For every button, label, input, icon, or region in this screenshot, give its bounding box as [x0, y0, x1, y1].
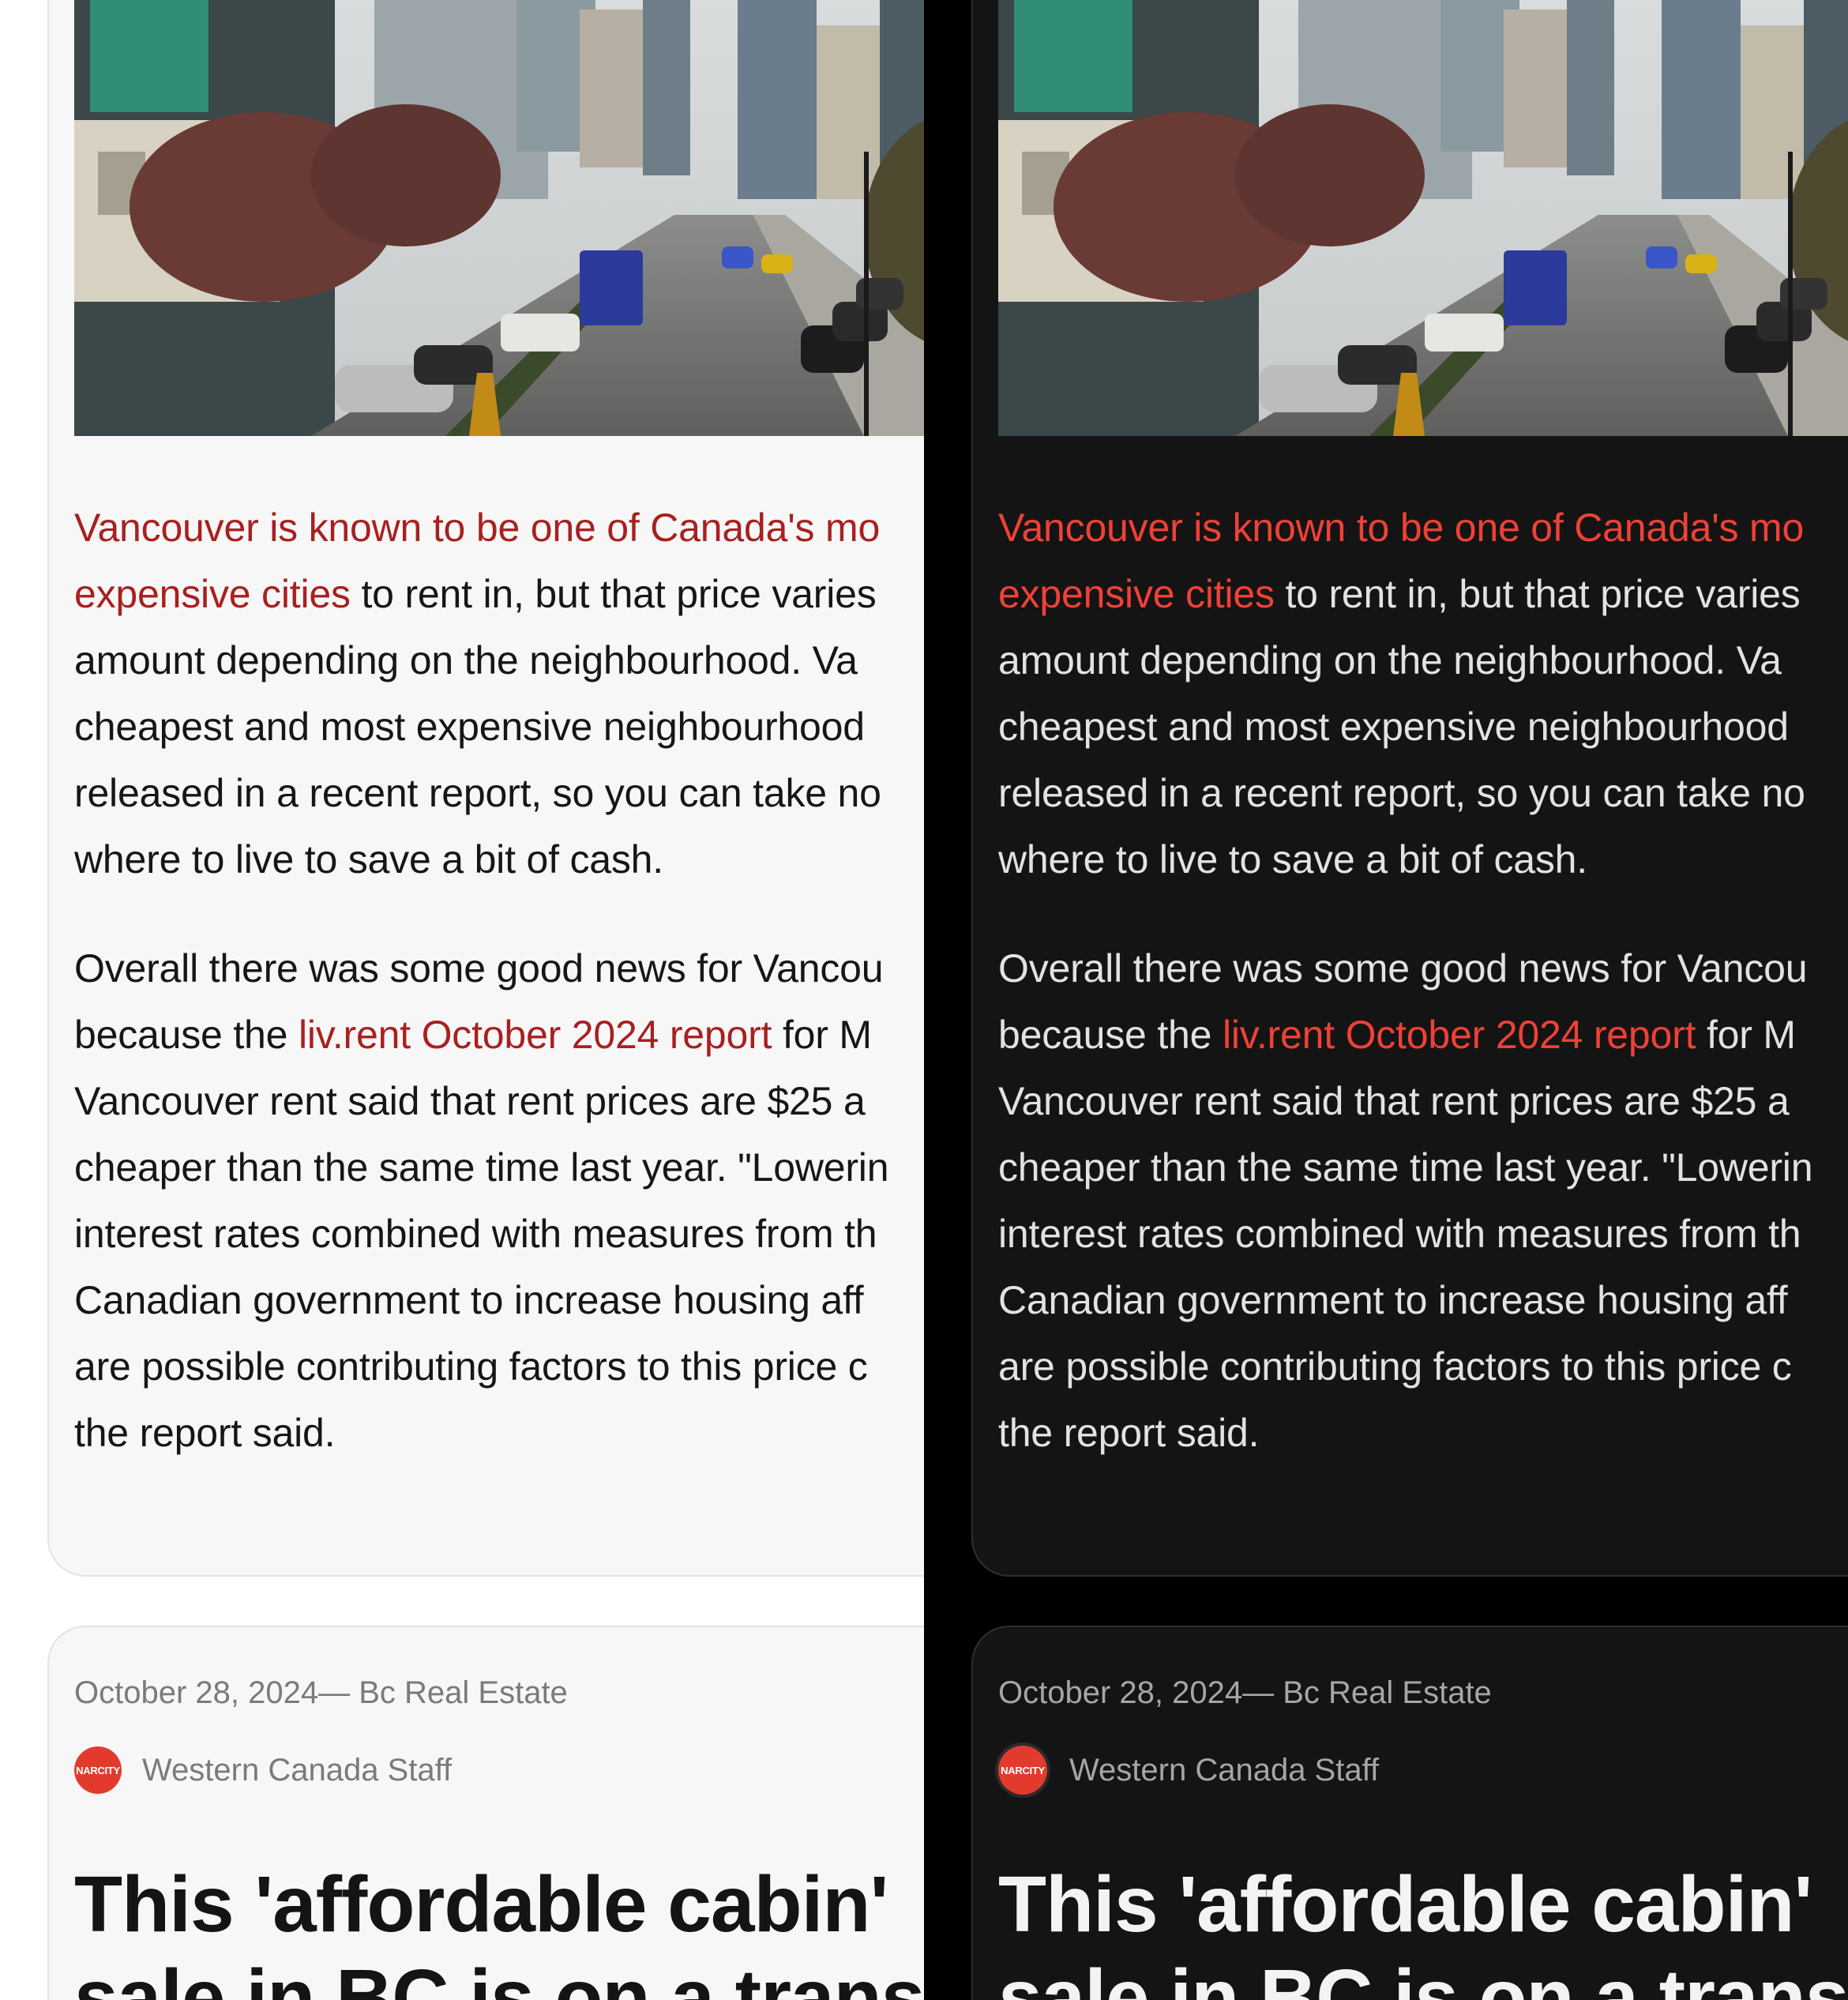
publish-date: October 28, 2024: [998, 1675, 1243, 1710]
expensive-cities-link-cont[interactable]: expensive cities: [998, 572, 1275, 616]
category-link[interactable]: Bc Real Estate: [1283, 1675, 1492, 1710]
expensive-cities-link[interactable]: Vancouver is known to be one of Canada's…: [998, 494, 1848, 561]
body-text: cheaper than the same time last year. "L…: [74, 1145, 889, 1190]
next-article-card[interactable]: October 28, 2024— Bc Real Estate NARCITY…: [47, 1626, 924, 2000]
body-text: interest rates combined with measures fr…: [74, 1212, 877, 1256]
body-text: amount depending on the neighbourhood. V…: [74, 638, 858, 682]
body-text: the report said.: [998, 1411, 1260, 1455]
body-text: because the: [998, 1013, 1223, 1057]
article-card: Vancouver is known to be one of Canada's…: [971, 0, 1848, 1577]
light-theme-panel: Vancouver is known to be one of Canada's…: [0, 0, 924, 2000]
article-photo: [998, 0, 1848, 436]
article-photo: [74, 0, 924, 436]
body-text: amount depending on the neighbourhood. V…: [998, 638, 1782, 682]
body-text: for M: [772, 1013, 872, 1057]
category-link[interactable]: Bc Real Estate: [359, 1675, 568, 1710]
body-text: because the: [74, 1013, 299, 1057]
avatar: NARCITY: [74, 1746, 122, 1794]
author-row[interactable]: NARCITY Western Canada Staff: [998, 1742, 1379, 1798]
author-name[interactable]: Western Canada Staff: [142, 1753, 452, 1788]
paragraph: Overall there was some good news for Van…: [998, 935, 1848, 1466]
article-headline[interactable]: This 'affordable cabin' sale in BC is on…: [74, 1858, 924, 2000]
avatar-logo-text: NARCITY: [1001, 1764, 1045, 1776]
dark-theme-panel: Vancouver is known to be one of Canada's…: [924, 0, 1848, 2000]
article-headline[interactable]: This 'affordable cabin' sale in BC is on…: [998, 1858, 1848, 2000]
headline-line: This 'affordable cabin': [998, 1860, 1812, 1949]
headline-line: This 'affordable cabin': [74, 1860, 888, 1949]
body-text: Vancouver rent said that rent prices are…: [74, 1079, 866, 1123]
body-text: where to live to save a bit of cash.: [74, 837, 663, 882]
next-article-card[interactable]: October 28, 2024— Bc Real Estate NARCITY…: [971, 1626, 1848, 2000]
link-text: Vancouver is known to be one of Canada's…: [74, 506, 881, 550]
article-body: Vancouver is known to be one of Canada's…: [74, 494, 924, 1509]
body-text: are possible contributing factors to thi…: [74, 1344, 868, 1389]
paragraph: Vancouver is known to be one of Canada's…: [74, 494, 924, 893]
article-meta: October 28, 2024— Bc Real Estate: [998, 1673, 1492, 1712]
body-text: to rent in, but that price varies: [350, 572, 877, 616]
meta-separator: —: [1242, 1675, 1275, 1710]
body-text: Overall there was some good news for Van…: [74, 946, 884, 991]
avatar: NARCITY: [998, 1746, 1047, 1795]
livrent-report-link[interactable]: liv.rent October 2024 report: [299, 1013, 772, 1057]
body-text: released in a recent report, so you can …: [74, 771, 881, 815]
body-text: for M: [1696, 1013, 1796, 1057]
body-text: cheapest and most expensive neighbourhoo…: [74, 705, 865, 749]
body-text: to rent in, but that price varies: [1274, 572, 1801, 616]
headline-line: sale in BC is on a trans: [998, 1953, 1848, 2000]
avatar-logo-text: NARCITY: [76, 1764, 120, 1776]
article-body: Vancouver is known to be one of Canada's…: [998, 494, 1848, 1509]
body-text: Overall there was some good news for Van…: [998, 946, 1808, 991]
body-text: cheaper than the same time last year. "L…: [998, 1145, 1813, 1190]
paragraph: Overall there was some good news for Van…: [74, 935, 924, 1466]
headline-line: sale in BC is on a trans: [74, 1953, 924, 2000]
body-text: the report said.: [74, 1411, 336, 1455]
body-text: cheapest and most expensive neighbourhoo…: [998, 705, 1789, 749]
body-text: released in a recent report, so you can …: [998, 771, 1805, 815]
expensive-cities-link-cont[interactable]: expensive cities: [74, 572, 351, 616]
author-name[interactable]: Western Canada Staff: [1069, 1753, 1379, 1788]
body-text: Canadian government to increase housing …: [998, 1278, 1788, 1322]
article-meta: October 28, 2024— Bc Real Estate: [74, 1673, 568, 1712]
publish-date: October 28, 2024: [74, 1675, 319, 1710]
body-text: Vancouver rent said that rent prices are…: [998, 1079, 1790, 1123]
article-card: Vancouver is known to be one of Canada's…: [47, 0, 924, 1577]
expensive-cities-link[interactable]: Vancouver is known to be one of Canada's…: [74, 494, 924, 561]
paragraph: Vancouver is known to be one of Canada's…: [998, 494, 1848, 893]
author-row[interactable]: NARCITY Western Canada Staff: [74, 1742, 452, 1798]
link-text: Vancouver is known to be one of Canada's…: [998, 506, 1805, 550]
body-text: Canadian government to increase housing …: [74, 1278, 864, 1322]
body-text: where to live to save a bit of cash.: [998, 837, 1587, 882]
meta-separator: —: [318, 1675, 351, 1710]
body-text: interest rates combined with measures fr…: [998, 1212, 1801, 1256]
livrent-report-link[interactable]: liv.rent October 2024 report: [1223, 1013, 1696, 1057]
body-text: are possible contributing factors to thi…: [998, 1344, 1792, 1389]
